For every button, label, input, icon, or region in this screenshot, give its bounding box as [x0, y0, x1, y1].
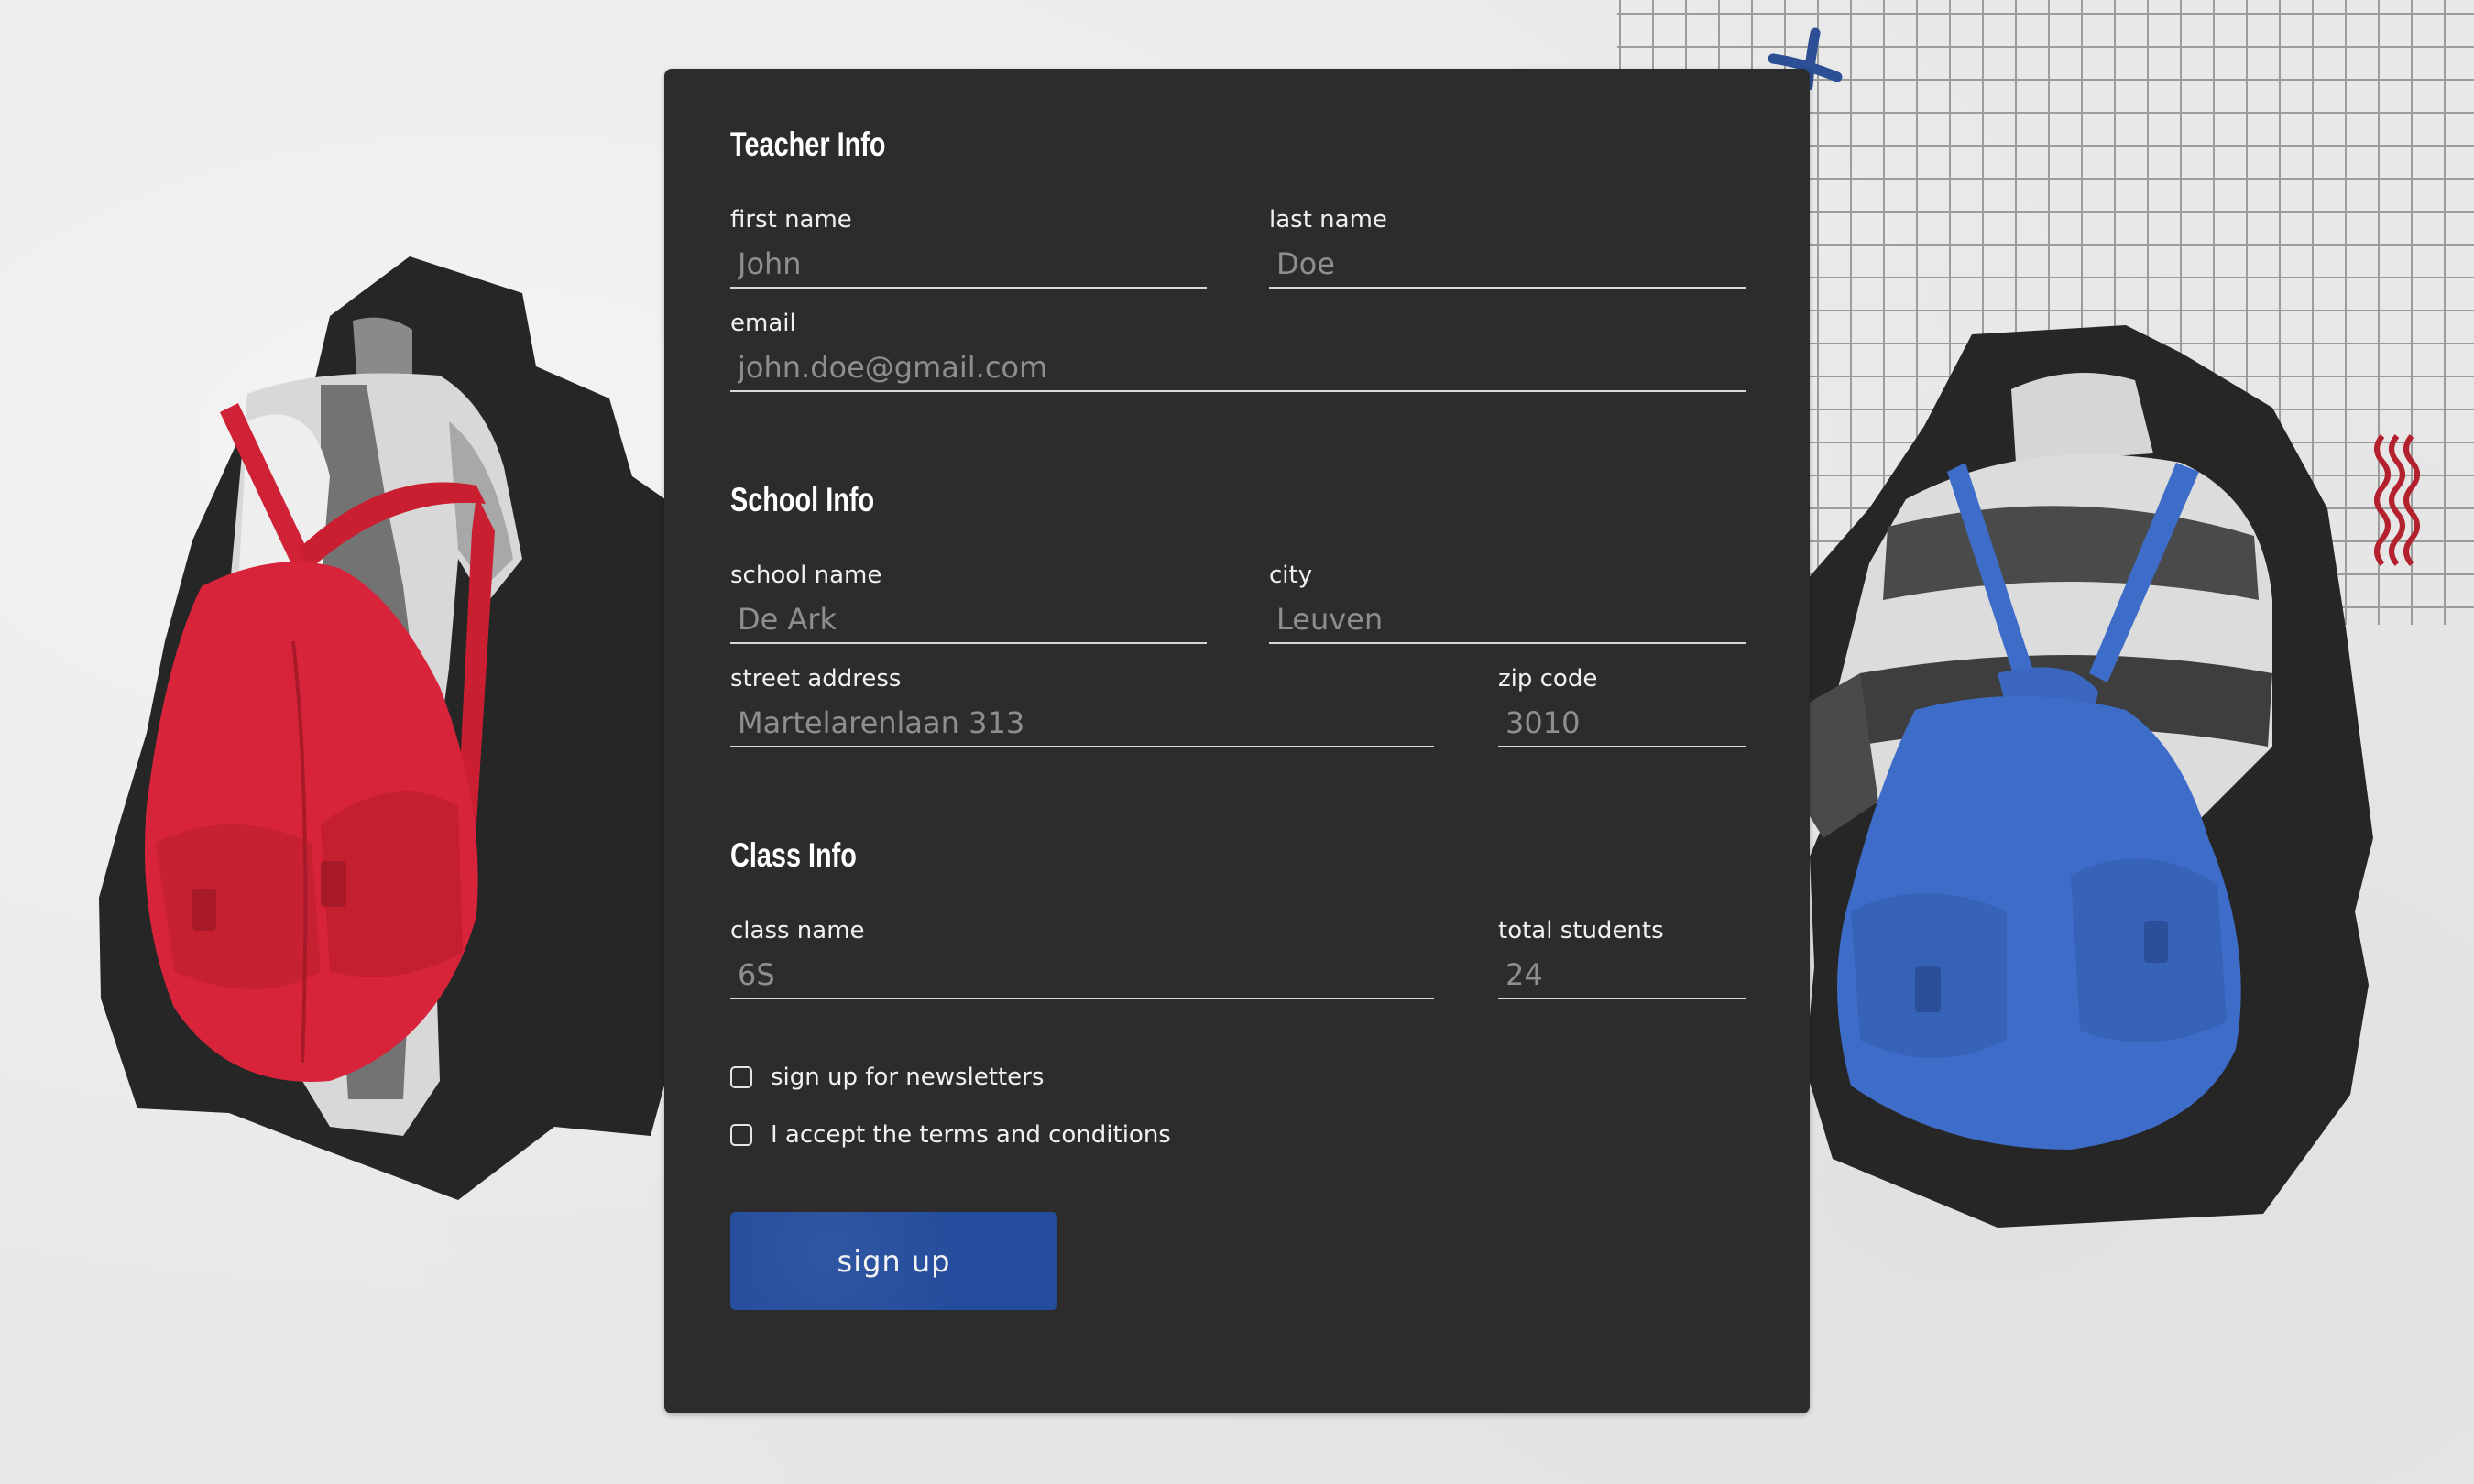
blue-backpack-figure [1796, 325, 2373, 1228]
last-name-input[interactable] [1269, 246, 1746, 289]
first-name-input[interactable] [730, 246, 1207, 289]
newsletter-label: sign up for newsletters [771, 1064, 1045, 1091]
signup-form-card: Teacher Info first name last name email … [664, 69, 1810, 1413]
total-students-label: total students [1498, 917, 1664, 944]
street-address-field: street address [730, 665, 1434, 747]
last-name-label: last name [1269, 206, 1387, 234]
city-input[interactable] [1269, 602, 1746, 644]
teacher-info-heading: Teacher Info [730, 125, 886, 163]
zip-code-label: zip code [1498, 665, 1598, 693]
street-address-label: street address [730, 665, 902, 693]
sign-up-button[interactable]: sign up [730, 1212, 1057, 1310]
class-info-heading: Class Info [730, 836, 857, 874]
first-name-label: first name [730, 206, 852, 234]
terms-label: I accept the terms and conditions [771, 1121, 1171, 1149]
total-students-field: total students [1498, 917, 1746, 999]
terms-checkbox[interactable] [730, 1124, 752, 1146]
email-field: email [730, 310, 1746, 392]
total-students-input[interactable] [1498, 957, 1746, 999]
red-backpack-figure [99, 256, 678, 1200]
school-name-input[interactable] [730, 602, 1207, 644]
zip-code-input[interactable] [1498, 705, 1746, 747]
newsletter-option: sign up for newsletters [730, 1064, 1044, 1091]
class-name-label: class name [730, 917, 865, 944]
email-label: email [730, 310, 796, 337]
last-name-field: last name [1269, 206, 1746, 289]
street-address-input[interactable] [730, 705, 1434, 747]
school-info-heading: School Info [730, 481, 875, 518]
class-name-field: class name [730, 917, 1434, 999]
email-input[interactable] [730, 350, 1746, 392]
city-label: city [1269, 562, 1313, 589]
zip-code-field: zip code [1498, 665, 1746, 747]
terms-option: I accept the terms and conditions [730, 1121, 1171, 1149]
first-name-field: first name [730, 206, 1207, 289]
city-field: city [1269, 562, 1746, 644]
newsletter-checkbox[interactable] [730, 1066, 752, 1088]
school-name-field: school name [730, 562, 1207, 644]
school-name-label: school name [730, 562, 882, 589]
class-name-input[interactable] [730, 957, 1434, 999]
